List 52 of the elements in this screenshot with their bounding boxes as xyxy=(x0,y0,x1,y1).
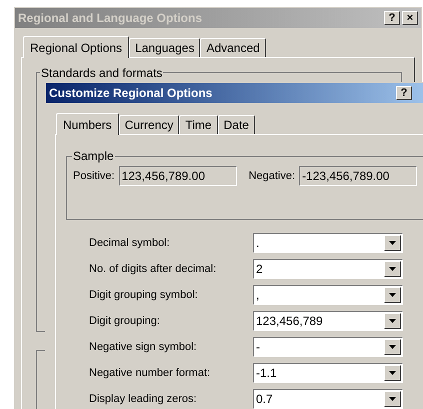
tab[interactable]: Time xyxy=(179,115,218,134)
setting-label: Digit grouping symbol: xyxy=(89,288,199,303)
dropdown-arrow-button[interactable] xyxy=(384,365,401,381)
dialog-title: Customize Regional Options xyxy=(49,85,212,102)
setting-label: Display leading zeros: xyxy=(89,392,198,407)
field-label: Negative: xyxy=(248,168,296,184)
dropdown-arrow-button[interactable] xyxy=(384,339,401,355)
tab[interactable]: Regional Options xyxy=(23,36,130,58)
dropdown[interactable]: - xyxy=(253,337,403,357)
dropdown-value: . xyxy=(255,235,260,252)
dropdown-value: 0.7 xyxy=(255,391,273,408)
caret-down-icon xyxy=(389,371,396,375)
caret-down-icon xyxy=(389,345,396,349)
title-bar-button[interactable]: ? xyxy=(396,86,412,100)
dropdown-arrow-button[interactable] xyxy=(384,287,401,303)
setting-label: Negative sign symbol: xyxy=(89,340,198,355)
dropdown[interactable]: . xyxy=(253,233,403,253)
caret-down-icon xyxy=(389,397,396,401)
tab[interactable]: Date xyxy=(218,115,255,134)
caret-down-icon xyxy=(389,267,396,271)
caret-down-icon xyxy=(389,241,396,245)
dropdown-value: - xyxy=(255,339,260,356)
tab[interactable]: Languages xyxy=(129,38,200,57)
caret-down-icon xyxy=(389,293,396,297)
dropdown-arrow-button[interactable] xyxy=(384,235,401,251)
dropdown[interactable]: , xyxy=(253,285,403,305)
setting-label: Digit grouping: xyxy=(89,314,161,329)
sample-field: -123,456,789.00 xyxy=(299,166,418,186)
dropdown-value: -1.1 xyxy=(255,365,277,382)
group-title: Sample xyxy=(72,150,115,162)
tab[interactable]: Currency xyxy=(118,115,180,134)
window-title: Regional and Language Options xyxy=(18,10,202,27)
sample-field: 123,456,789.00 xyxy=(118,166,237,186)
tab[interactable]: Numbers xyxy=(56,113,119,135)
setting-label: Decimal symbol: xyxy=(89,236,171,251)
dropdown[interactable]: 123,456,789 xyxy=(253,311,403,331)
dropdown-arrow-button[interactable] xyxy=(384,391,401,407)
dropdown-arrow-button[interactable] xyxy=(384,261,401,277)
title-bar-button[interactable]: × xyxy=(402,11,418,25)
tab[interactable]: Advanced xyxy=(200,38,266,57)
dropdown[interactable]: 0.7 xyxy=(253,389,403,409)
dropdown[interactable]: 2 xyxy=(253,259,403,279)
dropdown-value: 123,456,789 xyxy=(255,313,323,330)
caret-down-icon xyxy=(389,319,396,323)
dropdown-value: , xyxy=(255,287,260,304)
field-label: Positive: xyxy=(73,168,115,184)
dropdown[interactable]: -1.1 xyxy=(253,363,403,383)
dropdown-arrow-button[interactable] xyxy=(384,313,401,329)
setting-label: Negative number format: xyxy=(89,366,212,381)
title-bar-button[interactable]: ? xyxy=(384,11,400,25)
setting-label: No. of digits after decimal: xyxy=(89,262,218,277)
dropdown-value: 2 xyxy=(255,261,263,278)
